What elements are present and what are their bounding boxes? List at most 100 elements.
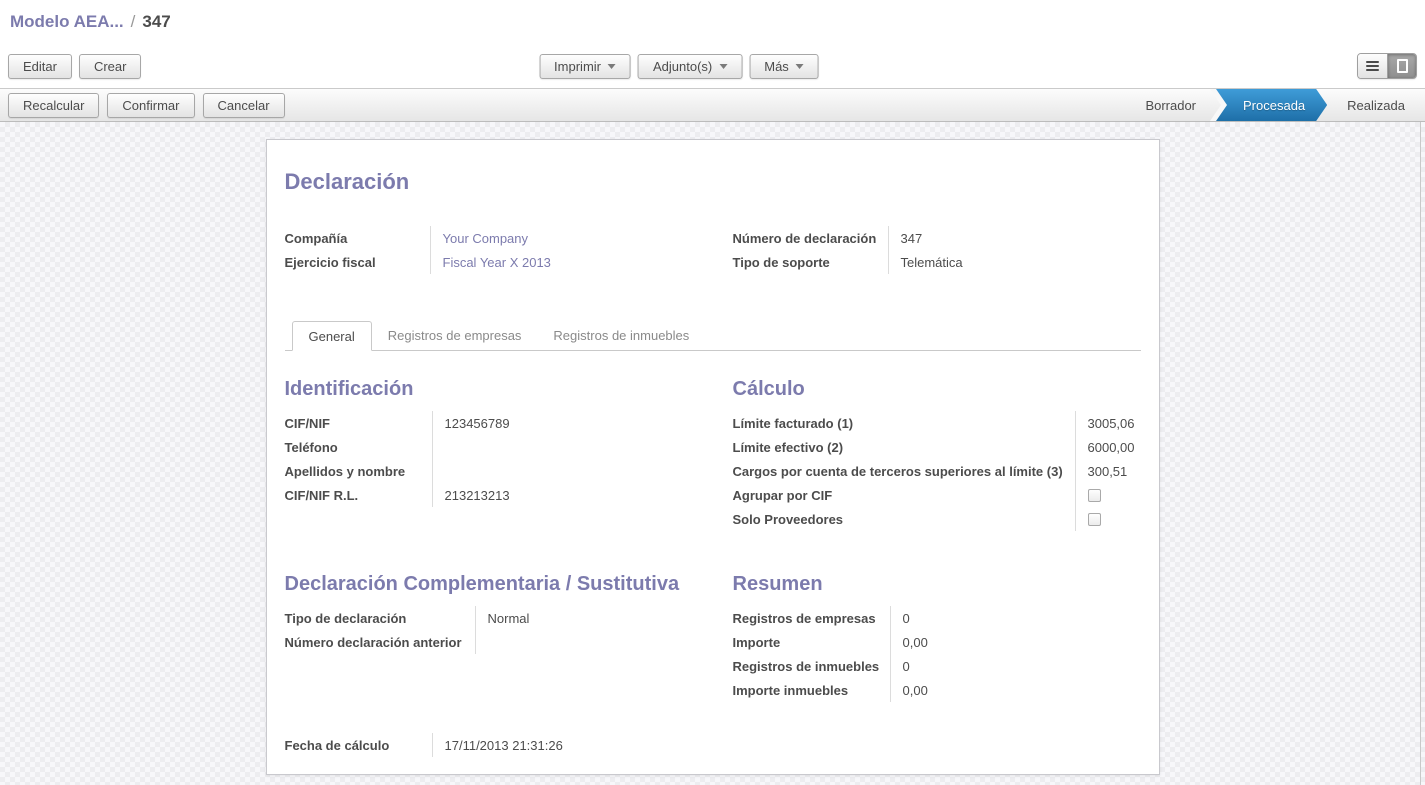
field-value: 0,00 — [890, 630, 1141, 654]
field-value — [432, 459, 713, 483]
chevron-down-icon — [796, 64, 804, 69]
field-agrupar-por-cif: Agrupar por CIF — [733, 483, 1141, 507]
breadcrumb: Modelo AEA... / 347 — [0, 0, 1425, 44]
fiscal-year-link[interactable]: Fiscal Year X 2013 — [430, 250, 713, 274]
view-switcher — [1357, 53, 1417, 79]
field-value: 300,51 — [1075, 459, 1141, 483]
field-value: 3005,06 — [1075, 411, 1141, 435]
status-step-label: Procesada — [1243, 98, 1305, 113]
field-cif-nif-rl: CIF/NIF R.L. 213213213 — [285, 483, 713, 507]
section-identificacion: Identificación CIF/NIF 123456789 Teléfon… — [285, 378, 713, 531]
field-label: Número declaración anterior — [285, 635, 475, 650]
create-button[interactable]: Crear — [79, 54, 142, 79]
field-label: Solo Proveedores — [733, 512, 1075, 527]
statusbar: Recalcular Confirmar Cancelar Borrador P… — [0, 88, 1425, 122]
company-link[interactable]: Your Company — [430, 226, 713, 250]
field-compania: Compañía Your Company — [285, 226, 713, 250]
section-calculo: Cálculo Límite facturado (1) 3005,06 Lím… — [713, 378, 1141, 531]
field-value: 0 — [890, 606, 1141, 630]
field-label: Agrupar por CIF — [733, 488, 1075, 503]
field-value: 17/11/2013 21:31:26 — [432, 733, 713, 757]
section-resumen: Resumen Registros de empresas 0 Importe … — [713, 573, 1141, 702]
field-registros-empresas: Registros de empresas 0 — [733, 606, 1141, 630]
tab-registros-inmuebles[interactable]: Registros de inmuebles — [537, 321, 705, 351]
field-value: Telemática — [888, 250, 1141, 274]
field-cif-nif: CIF/NIF 123456789 — [285, 411, 713, 435]
field-label: Número de declaración — [733, 231, 888, 246]
notebook-tabs: General Registros de empresas Registros … — [285, 321, 1141, 351]
breadcrumb-separator: / — [131, 12, 136, 32]
field-value: 6000,00 — [1075, 435, 1141, 459]
field-value: Normal — [475, 606, 713, 630]
field-ejercicio-fiscal: Ejercicio fiscal Fiscal Year X 2013 — [285, 250, 713, 274]
field-label: Límite facturado (1) — [733, 416, 1075, 431]
chevron-down-icon — [719, 64, 727, 69]
section-title: Declaración Complementaria / Sustitutiva — [285, 573, 713, 596]
breadcrumb-current: 347 — [142, 12, 170, 32]
tab-registros-empresas[interactable]: Registros de empresas — [372, 321, 538, 351]
confirm-button[interactable]: Confirmar — [107, 93, 194, 118]
field-apellidos-nombre: Apellidos y nombre — [285, 459, 713, 483]
status-step-borrador: Borrador — [1125, 89, 1216, 121]
field-fecha-calculo: Fecha de cálculo 17/11/2013 21:31:26 — [285, 733, 713, 757]
more-dropdown-button[interactable]: Más — [749, 54, 819, 79]
field-value: 0 — [890, 654, 1141, 678]
field-numero-declaracion: Número de declaración 347 — [733, 226, 1141, 250]
field-label: Tipo de declaración — [285, 611, 475, 626]
field-tipo-declaracion: Tipo de declaración Normal — [285, 606, 713, 630]
field-telefono: Teléfono — [285, 435, 713, 459]
toolbar-left: Editar Crear — [8, 54, 141, 79]
field-label: Importe inmuebles — [733, 683, 890, 698]
tab-general[interactable]: General — [292, 321, 372, 351]
field-registros-inmuebles: Registros de inmuebles 0 — [733, 654, 1141, 678]
field-limite-facturado: Límite facturado (1) 3005,06 — [733, 411, 1141, 435]
field-label: CIF/NIF R.L. — [285, 488, 432, 503]
header-fields: Compañía Your Company Ejercicio fiscal F… — [285, 226, 1141, 274]
field-tipo-soporte: Tipo de soporte Telemática — [733, 250, 1141, 274]
edit-button[interactable]: Editar — [8, 54, 72, 79]
field-value — [475, 630, 713, 654]
status-step-realizada: Realizada — [1327, 89, 1425, 121]
field-label: Teléfono — [285, 440, 432, 455]
field-label: Tipo de soporte — [733, 255, 888, 270]
field-value — [432, 435, 713, 459]
section-title: Resumen — [733, 573, 1141, 596]
list-view-button[interactable] — [1358, 54, 1387, 78]
chevron-down-icon — [608, 64, 616, 69]
field-label: Cargos por cuenta de terceros superiores… — [733, 464, 1075, 479]
statusbar-buttons: Recalcular Confirmar Cancelar — [8, 93, 285, 118]
field-label: Ejercicio fiscal — [285, 255, 430, 270]
field-label: Fecha de cálculo — [285, 738, 432, 753]
field-numero-declaracion-anterior: Número declaración anterior — [285, 630, 713, 654]
status-steps: Borrador Procesada Realizada — [1125, 89, 1425, 121]
status-step-procesada-active: Procesada — [1216, 89, 1327, 121]
attachments-dropdown-button[interactable]: Adjunto(s) — [638, 54, 742, 79]
page-body: Declaración Compañía Your Company Ejerci… — [0, 122, 1425, 785]
field-value: 123456789 — [432, 411, 713, 435]
more-label: Más — [764, 59, 789, 74]
field-solo-proveedores: Solo Proveedores — [733, 507, 1141, 531]
breadcrumb-parent-link[interactable]: Modelo AEA... — [10, 12, 124, 32]
section-title: Cálculo — [733, 378, 1141, 401]
form-view-button[interactable] — [1387, 54, 1416, 78]
field-label: Compañía — [285, 231, 430, 246]
field-importe: Importe 0,00 — [733, 630, 1141, 654]
form-icon — [1397, 59, 1408, 73]
solo-proveedores-checkbox[interactable] — [1088, 513, 1101, 526]
field-value: 0,00 — [890, 678, 1141, 702]
recalculate-button[interactable]: Recalcular — [8, 93, 99, 118]
section-title: Identificación — [285, 378, 713, 401]
print-dropdown-button[interactable]: Imprimir — [539, 54, 631, 79]
field-label: Registros de inmuebles — [733, 659, 890, 674]
field-importe-inmuebles: Importe inmuebles 0,00 — [733, 678, 1141, 702]
field-label: CIF/NIF — [285, 416, 432, 431]
list-icon — [1366, 59, 1379, 73]
agrupar-por-cif-checkbox[interactable] — [1088, 489, 1101, 502]
sheet-title: Declaración — [285, 169, 1141, 195]
field-label: Importe — [733, 635, 890, 650]
toolbar: Editar Crear Imprimir Adjunto(s) Más — [0, 44, 1425, 88]
cancel-button[interactable]: Cancelar — [203, 93, 285, 118]
field-label: Registros de empresas — [733, 611, 890, 626]
field-value: 347 — [888, 226, 1141, 250]
field-label: Límite efectivo (2) — [733, 440, 1075, 455]
